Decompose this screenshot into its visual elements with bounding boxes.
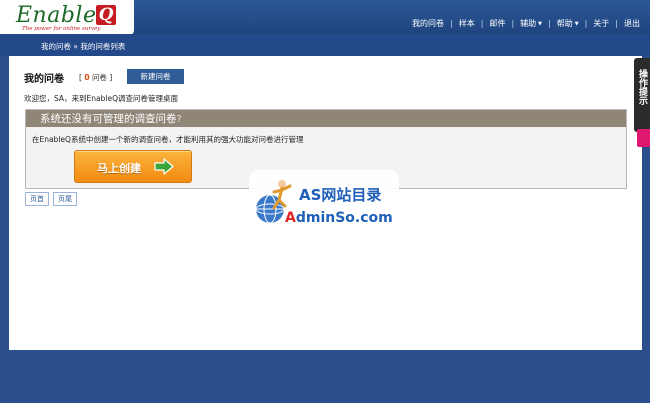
caret-down-icon: ▼ xyxy=(574,21,579,27)
count-close: ] xyxy=(109,73,113,82)
breadcrumb-bar: 我的问卷 » 我的问卷列表 xyxy=(0,34,650,56)
logo[interactable]: Enable Q The power for online survey xyxy=(0,0,134,36)
logo-text: Enable xyxy=(16,3,97,28)
nav-about[interactable]: 关于 xyxy=(587,18,615,29)
nav-mail[interactable]: 邮件 xyxy=(483,18,511,29)
empty-state-header: 系统还没有可管理的调查问卷? xyxy=(26,110,626,127)
breadcrumb-home-link[interactable]: 我的问卷 xyxy=(41,42,71,51)
count-open: [ xyxy=(79,73,82,82)
breadcrumb: 我的问卷 » 我的问卷列表 xyxy=(41,41,125,52)
nav-assist-label: 辅助 xyxy=(520,19,537,28)
empty-state-title-text: 系统还没有可管理的调查问卷 xyxy=(40,113,177,125)
logo-tagline: The power for online survey xyxy=(22,26,101,32)
page-title: 我的问卷 xyxy=(24,74,64,85)
arrow-right-icon xyxy=(154,158,174,175)
question-mark: ? xyxy=(176,114,182,125)
watermark: AS网站目录 AdminSo.com xyxy=(249,170,399,234)
survey-count: [ 0 问卷 ] xyxy=(79,72,112,83)
watermark-title: AS网站目录 xyxy=(299,186,382,204)
empty-state-title: 系统还没有可管理的调查问卷? xyxy=(40,111,182,126)
nav-logout[interactable]: 退出 xyxy=(618,18,646,29)
side-tab-accent xyxy=(637,129,650,147)
create-now-label: 马上创建 xyxy=(97,162,141,175)
new-survey-button[interactable]: 新建问卷 xyxy=(127,69,184,84)
logo-q-mark: Q xyxy=(96,5,116,25)
breadcrumb-current: 我的问卷列表 xyxy=(80,42,126,51)
pager-last-button[interactable]: 页尾 xyxy=(53,192,77,206)
pager-first-button[interactable]: 页首 xyxy=(25,192,49,206)
nav-assist[interactable]: 辅助 ▼ xyxy=(514,18,548,29)
watermark-domain-rest: dminSo.com xyxy=(295,210,393,226)
count-value: 0 xyxy=(84,73,90,82)
breadcrumb-separator: » xyxy=(73,42,78,51)
operation-tips-tab[interactable]: 操作提示 xyxy=(634,58,650,132)
watermark-domain: AdminSo.com xyxy=(285,210,393,226)
caret-down-icon: ▼ xyxy=(538,21,543,27)
nav-samples[interactable]: 样本 xyxy=(453,18,481,29)
top-header: Enable Q The power for online survey 我的问… xyxy=(0,0,650,36)
watermark-domain-a: A xyxy=(285,210,296,226)
nav-help-label: 帮助 xyxy=(556,19,573,28)
empty-state-description: 在EnableQ系统中创建一个新的调查问卷，才能利用其的强大功能对问卷进行管理 xyxy=(32,135,304,144)
create-now-button[interactable]: 马上创建 xyxy=(74,150,192,183)
top-nav: 我的问卷 | 样本 | 邮件 | 辅助 ▼ | 帮助 ▼ | 关于 | 退出 xyxy=(406,18,646,29)
operation-tips-label: 操作提示 xyxy=(637,69,647,105)
welcome-text: 欢迎您，SA，来到EnableQ调查问卷管理桌面 xyxy=(24,94,178,103)
pager: 页首 页尾 xyxy=(25,192,81,206)
count-unit: 问卷 xyxy=(91,73,107,82)
nav-help[interactable]: 帮助 ▼ xyxy=(551,18,585,29)
nav-my-surveys[interactable]: 我的问卷 xyxy=(406,18,450,29)
